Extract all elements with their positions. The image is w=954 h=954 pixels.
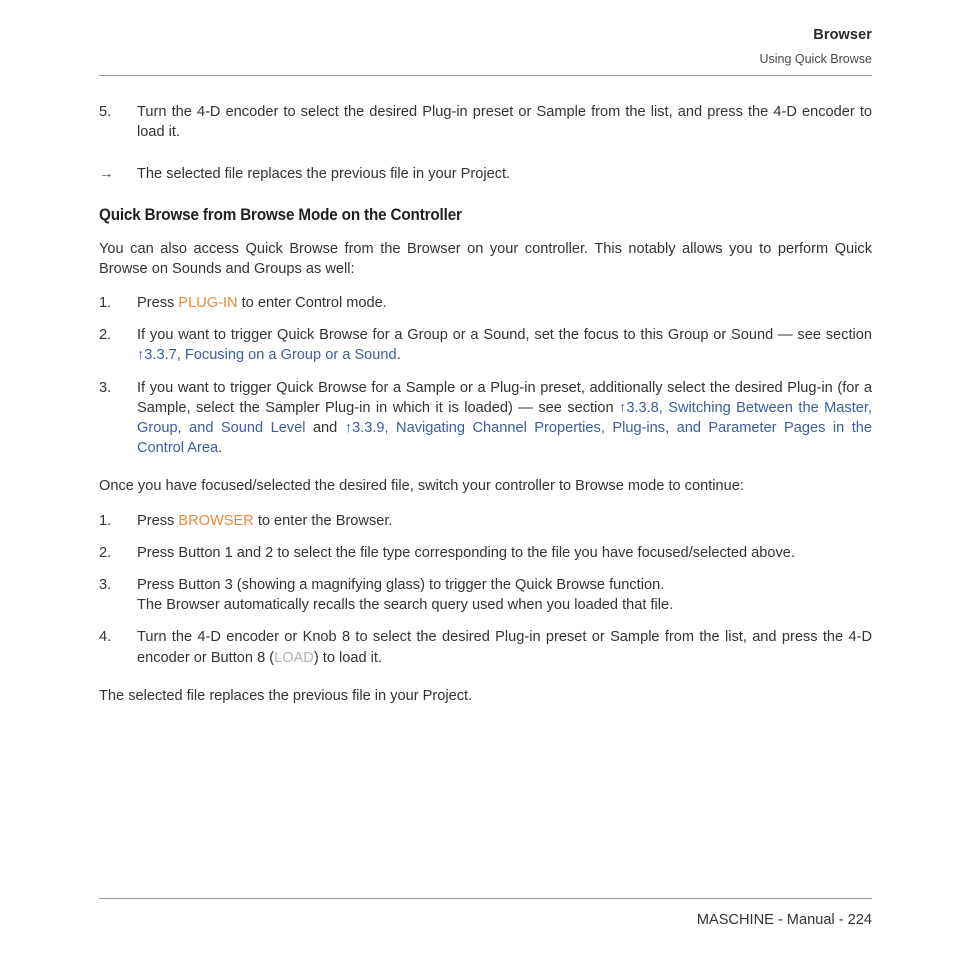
text-fragment: ) to load it. xyxy=(313,649,382,666)
list-marker: 3. xyxy=(99,379,112,396)
result-item: → The selected file replaces the previou… xyxy=(99,164,872,184)
list-marker: 5. xyxy=(99,104,112,120)
list-item: 2. Press Button 1 and 2 to select the fi… xyxy=(99,543,872,563)
list-item-text: If you want to trigger Quick Browse for … xyxy=(137,325,872,365)
list-item: 3. Press Button 3 (showing a magnifying … xyxy=(99,575,872,615)
list-item-text: Turn the 4-D encoder to select the desir… xyxy=(137,104,872,141)
list-item: 1. Press BROWSER to enter the Browser. xyxy=(99,511,872,531)
list-marker: 1. xyxy=(99,512,112,529)
section-heading: Quick Browse from Browse Mode on the Con… xyxy=(99,205,462,224)
header-divider xyxy=(99,75,872,76)
text-fragment: . xyxy=(396,347,401,364)
list-item-text: Press PLUG-IN to enter Control mode. xyxy=(137,293,872,313)
arrow-icon: → xyxy=(99,166,114,183)
text-fragment: to enter the Browser. xyxy=(253,512,393,529)
closing-paragraph: The selected file replaces the previous … xyxy=(99,687,473,704)
list-item: 2. If you want to trigger Quick Browse f… xyxy=(99,325,872,365)
result-item-text: The selected file replaces the previous … xyxy=(137,166,511,183)
list-marker: 2. xyxy=(99,544,112,561)
list-item-text: Turn the 4-D encoder or Knob 8 to select… xyxy=(137,627,872,667)
text-fragment: If you want to trigger Quick Browse for … xyxy=(137,327,872,344)
list-item-text: Press BROWSER to enter the Browser. xyxy=(137,511,872,531)
text-fragment: and xyxy=(305,420,345,437)
text-fragment: Turn the 4-D encoder or Knob 8 to select… xyxy=(137,629,872,666)
text-fragment: . xyxy=(218,440,223,457)
list-item-line: Press Button 3 (showing a magnifying gla… xyxy=(137,577,665,594)
list-marker: 4. xyxy=(99,629,112,646)
list-marker: 2. xyxy=(99,327,112,344)
list-item: 3. If you want to trigger Quick Browse f… xyxy=(99,378,872,459)
transition-paragraph: Once you have focused/selected the desir… xyxy=(99,478,744,495)
list-marker: 3. xyxy=(99,577,112,594)
list-item-text: Press Button 1 and 2 to select the file … xyxy=(137,544,795,561)
list-item: 5. Turn the 4-D encoder to select the de… xyxy=(99,102,872,142)
page-content: 5. Turn the 4-D encoder to select the de… xyxy=(99,102,872,706)
list-item-line: The Browser automatically recalls the se… xyxy=(137,597,674,614)
list-item-text: If you want to trigger Quick Browse for … xyxy=(137,378,872,459)
list-item-text: Press Button 3 (showing a magnifying gla… xyxy=(137,575,872,615)
list-marker: 1. xyxy=(99,295,112,312)
hardware-label-plugin: PLUG-IN xyxy=(178,295,238,312)
page-header: Browser Using Quick Browse xyxy=(99,26,872,67)
text-fragment: Press xyxy=(137,295,179,312)
cross-reference-link[interactable]: ↑3.3.7, Focusing on a Group or a Sound xyxy=(137,347,397,363)
list-item: 1. Press PLUG-IN to enter Control mode. xyxy=(99,293,872,313)
dimmed-label-load: LOAD xyxy=(274,649,314,666)
header-subtitle: Using Quick Browse xyxy=(759,52,872,67)
manual-page: Browser Using Quick Browse 5. Turn the 4… xyxy=(0,0,954,954)
header-title: Browser xyxy=(813,27,872,43)
text-fragment: to enter Control mode. xyxy=(237,295,387,312)
footer-divider xyxy=(99,898,872,899)
hardware-label-browser: BROWSER xyxy=(178,512,254,529)
page-footer: MASCHINE - Manual - 224 xyxy=(696,912,872,928)
list-item: 4. Turn the 4-D encoder or Knob 8 to sel… xyxy=(99,627,872,667)
intro-paragraph: You can also access Quick Browse from th… xyxy=(99,240,872,277)
text-fragment: Press xyxy=(137,512,179,529)
